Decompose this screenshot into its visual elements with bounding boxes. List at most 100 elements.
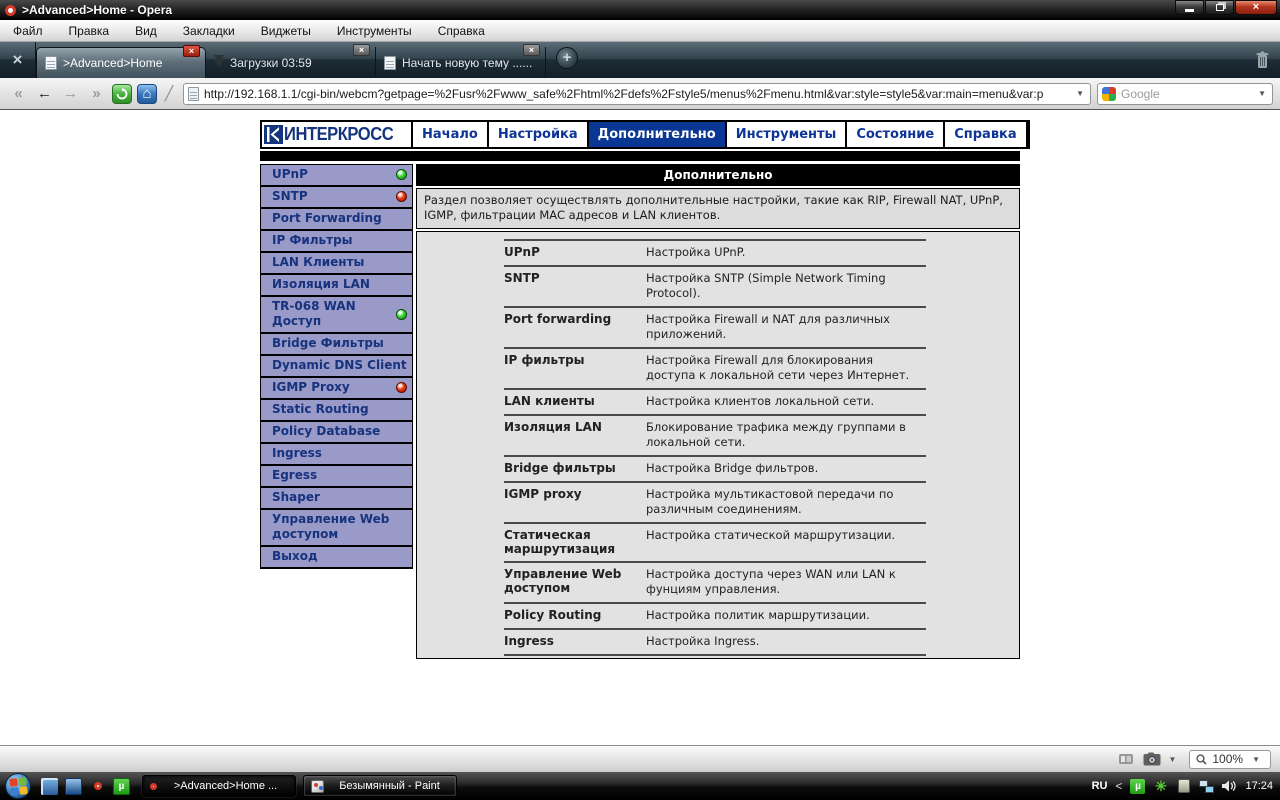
- rewind-button[interactable]: «: [7, 85, 30, 102]
- messenger-tray-icon[interactable]: ✳: [1153, 779, 1168, 794]
- sidebar-item[interactable]: Dynamic DNS Client: [261, 356, 412, 378]
- sidebar-item[interactable]: Выход: [261, 547, 412, 569]
- table-row-description: Настройка Ingress.: [646, 634, 926, 649]
- router-admin-ui: ИНТЕРКРОСС НачалоНастройкаДополнительноИ…: [260, 120, 1020, 659]
- sidebar-item[interactable]: TR-068 WAN Доступ: [261, 297, 412, 334]
- switch-windows-icon[interactable]: [41, 778, 58, 795]
- header-divider: [260, 151, 1020, 161]
- sidebar-item[interactable]: LAN Клиенты: [261, 253, 412, 275]
- language-indicator[interactable]: RU: [1092, 780, 1108, 792]
- images-toggle-icon[interactable]: [1143, 752, 1161, 766]
- new-tab-button[interactable]: +: [556, 47, 578, 69]
- url-field[interactable]: http://192.168.1.1/cgi-bin/webcm?getpage…: [183, 83, 1091, 105]
- table-row-name: IGMP proxy: [504, 487, 646, 517]
- search-engine-dropdown-icon[interactable]: ▼: [1254, 89, 1270, 98]
- sidebar-item[interactable]: Shaper: [261, 488, 412, 510]
- forward-button[interactable]: →: [59, 85, 82, 102]
- sidebar-item[interactable]: Bridge Фильтры: [261, 334, 412, 356]
- table-row: Port forwarding Настройка Firewall и NAT…: [504, 306, 926, 347]
- tab-bar: × >Advanced>Home × Загрузки 03:59 × Нача…: [0, 42, 1280, 78]
- power-tray-icon[interactable]: [1178, 779, 1190, 793]
- table-row: UPnP Настройка UPnP.: [504, 239, 926, 265]
- sidebar-item[interactable]: Egress: [261, 466, 412, 488]
- start-button[interactable]: [4, 772, 33, 800]
- table-row-name: IP фильтры: [504, 353, 646, 383]
- sidebar-item[interactable]: Управление Web доступом: [261, 510, 412, 547]
- close-button[interactable]: ×: [1235, 0, 1277, 15]
- minimize-button[interactable]: [1175, 0, 1204, 15]
- fast-forward-button[interactable]: »: [85, 85, 108, 102]
- router-nav: НачалоНастройкаДополнительноИнструментыС…: [413, 120, 1030, 149]
- volume-tray-icon[interactable]: [1222, 779, 1237, 793]
- table-row-description: Настройка Firewall для блокирования дост…: [646, 353, 926, 383]
- url-dropdown-icon[interactable]: ▼: [1072, 89, 1088, 98]
- sidebar-item[interactable]: IP Фильтры: [261, 231, 412, 253]
- clock[interactable]: 17:24: [1245, 780, 1273, 792]
- nav-filler: [1026, 122, 1028, 147]
- tab-close-icon[interactable]: ×: [523, 44, 540, 56]
- table-row: IP фильтры Настройка Firewall для блокир…: [504, 347, 926, 388]
- menu-item[interactable]: Справка: [425, 20, 498, 41]
- router-nav-tab[interactable]: Начало: [413, 122, 487, 147]
- tab-title: >Advanced>Home: [63, 56, 162, 70]
- page-viewport: ИНТЕРКРОСС НачалоНастройкаДополнительноИ…: [0, 110, 1280, 745]
- router-nav-tab[interactable]: Справка: [943, 122, 1025, 147]
- router-nav-tab[interactable]: Состояние: [845, 122, 943, 147]
- closed-tabs-trash-button[interactable]: [1255, 51, 1270, 74]
- router-main: Дополнительно Раздел позволяет осуществл…: [416, 164, 1020, 659]
- browser-tab[interactable]: >Advanced>Home ×: [36, 47, 206, 78]
- router-nav-tab[interactable]: Дополнительно: [587, 122, 725, 147]
- magnifier-icon: [1196, 754, 1207, 765]
- taskbar-task-button[interactable]: Безымянный - Paint: [303, 775, 457, 797]
- router-nav-tab[interactable]: Инструменты: [725, 122, 846, 147]
- edit-url-button[interactable]: ╱: [161, 85, 177, 102]
- sidebar-item[interactable]: Policy Database: [261, 422, 412, 444]
- menu-item[interactable]: Виджеты: [248, 20, 324, 41]
- menu-item[interactable]: Закладки: [170, 20, 248, 41]
- opera-launcher-icon[interactable]: [89, 778, 106, 795]
- sidebar-item[interactable]: IGMP Proxy: [261, 378, 412, 400]
- table-row: IGMP proxy Настройка мультикастовой пере…: [504, 481, 926, 522]
- taskbar-task-button[interactable]: >Advanced>Home ...: [142, 775, 296, 797]
- utorrent-tray-icon[interactable]: µ: [1130, 779, 1145, 794]
- search-field[interactable]: Google ▼: [1097, 83, 1273, 105]
- menu-item[interactable]: Правка: [56, 20, 123, 41]
- table-row: Ingress Настройка Ingress.: [504, 628, 926, 654]
- sidebar-item[interactable]: SNTP: [261, 187, 412, 209]
- panels-icon[interactable]: [1118, 751, 1134, 767]
- sidebar-item[interactable]: Изоляция LAN: [261, 275, 412, 297]
- table-row: SNTP Настройка SNTP (Simple Network Timi…: [504, 265, 926, 306]
- tab-close-icon[interactable]: ×: [183, 45, 200, 57]
- pencil-icon: ╱: [165, 85, 173, 101]
- menu-item[interactable]: Вид: [122, 20, 170, 41]
- table-row-name: Изоляция LAN: [504, 420, 646, 450]
- browser-tab[interactable]: Начать новую тему ...... ×: [376, 47, 546, 78]
- menu-item[interactable]: Инструменты: [324, 20, 425, 41]
- router-nav-tab[interactable]: Настройка: [487, 122, 587, 147]
- zoom-dropdown-icon[interactable]: ▼: [1248, 755, 1264, 764]
- utorrent-launcher-icon[interactable]: µ: [113, 778, 130, 795]
- browser-tab[interactable]: Загрузки 03:59 ×: [206, 47, 376, 78]
- sidebar-item[interactable]: Ingress: [261, 444, 412, 466]
- table-row-name: Ingress: [504, 634, 646, 649]
- images-dropdown-icon[interactable]: ▼: [1164, 755, 1180, 764]
- tray-expand-icon[interactable]: <: [1115, 779, 1122, 793]
- router-sidebar: UPnP SNTP Port Forwarding IP Фильтры LAN…: [260, 164, 413, 569]
- network-tray-icon[interactable]: [1199, 779, 1214, 794]
- restore-button[interactable]: [1205, 0, 1234, 15]
- table-row: Изоляция LAN Блокирование трафика между …: [504, 414, 926, 455]
- reload-button[interactable]: [112, 84, 132, 104]
- home-button[interactable]: ⌂: [137, 84, 157, 104]
- menu-item[interactable]: Файл: [0, 20, 56, 41]
- table-row-name: Bridge фильтры: [504, 461, 646, 476]
- sidebar-item[interactable]: Static Routing: [261, 400, 412, 422]
- tab-icon: [384, 56, 396, 70]
- zoom-control[interactable]: 100% ▼: [1189, 750, 1271, 769]
- sidebar-item[interactable]: UPnP: [261, 165, 412, 187]
- minimize-icon: [1185, 9, 1194, 12]
- panels-toggle-button[interactable]: ×: [0, 42, 36, 78]
- show-desktop-icon[interactable]: [65, 778, 82, 795]
- back-button[interactable]: ←: [33, 85, 56, 102]
- tab-close-icon[interactable]: ×: [353, 44, 370, 56]
- sidebar-item[interactable]: Port Forwarding: [261, 209, 412, 231]
